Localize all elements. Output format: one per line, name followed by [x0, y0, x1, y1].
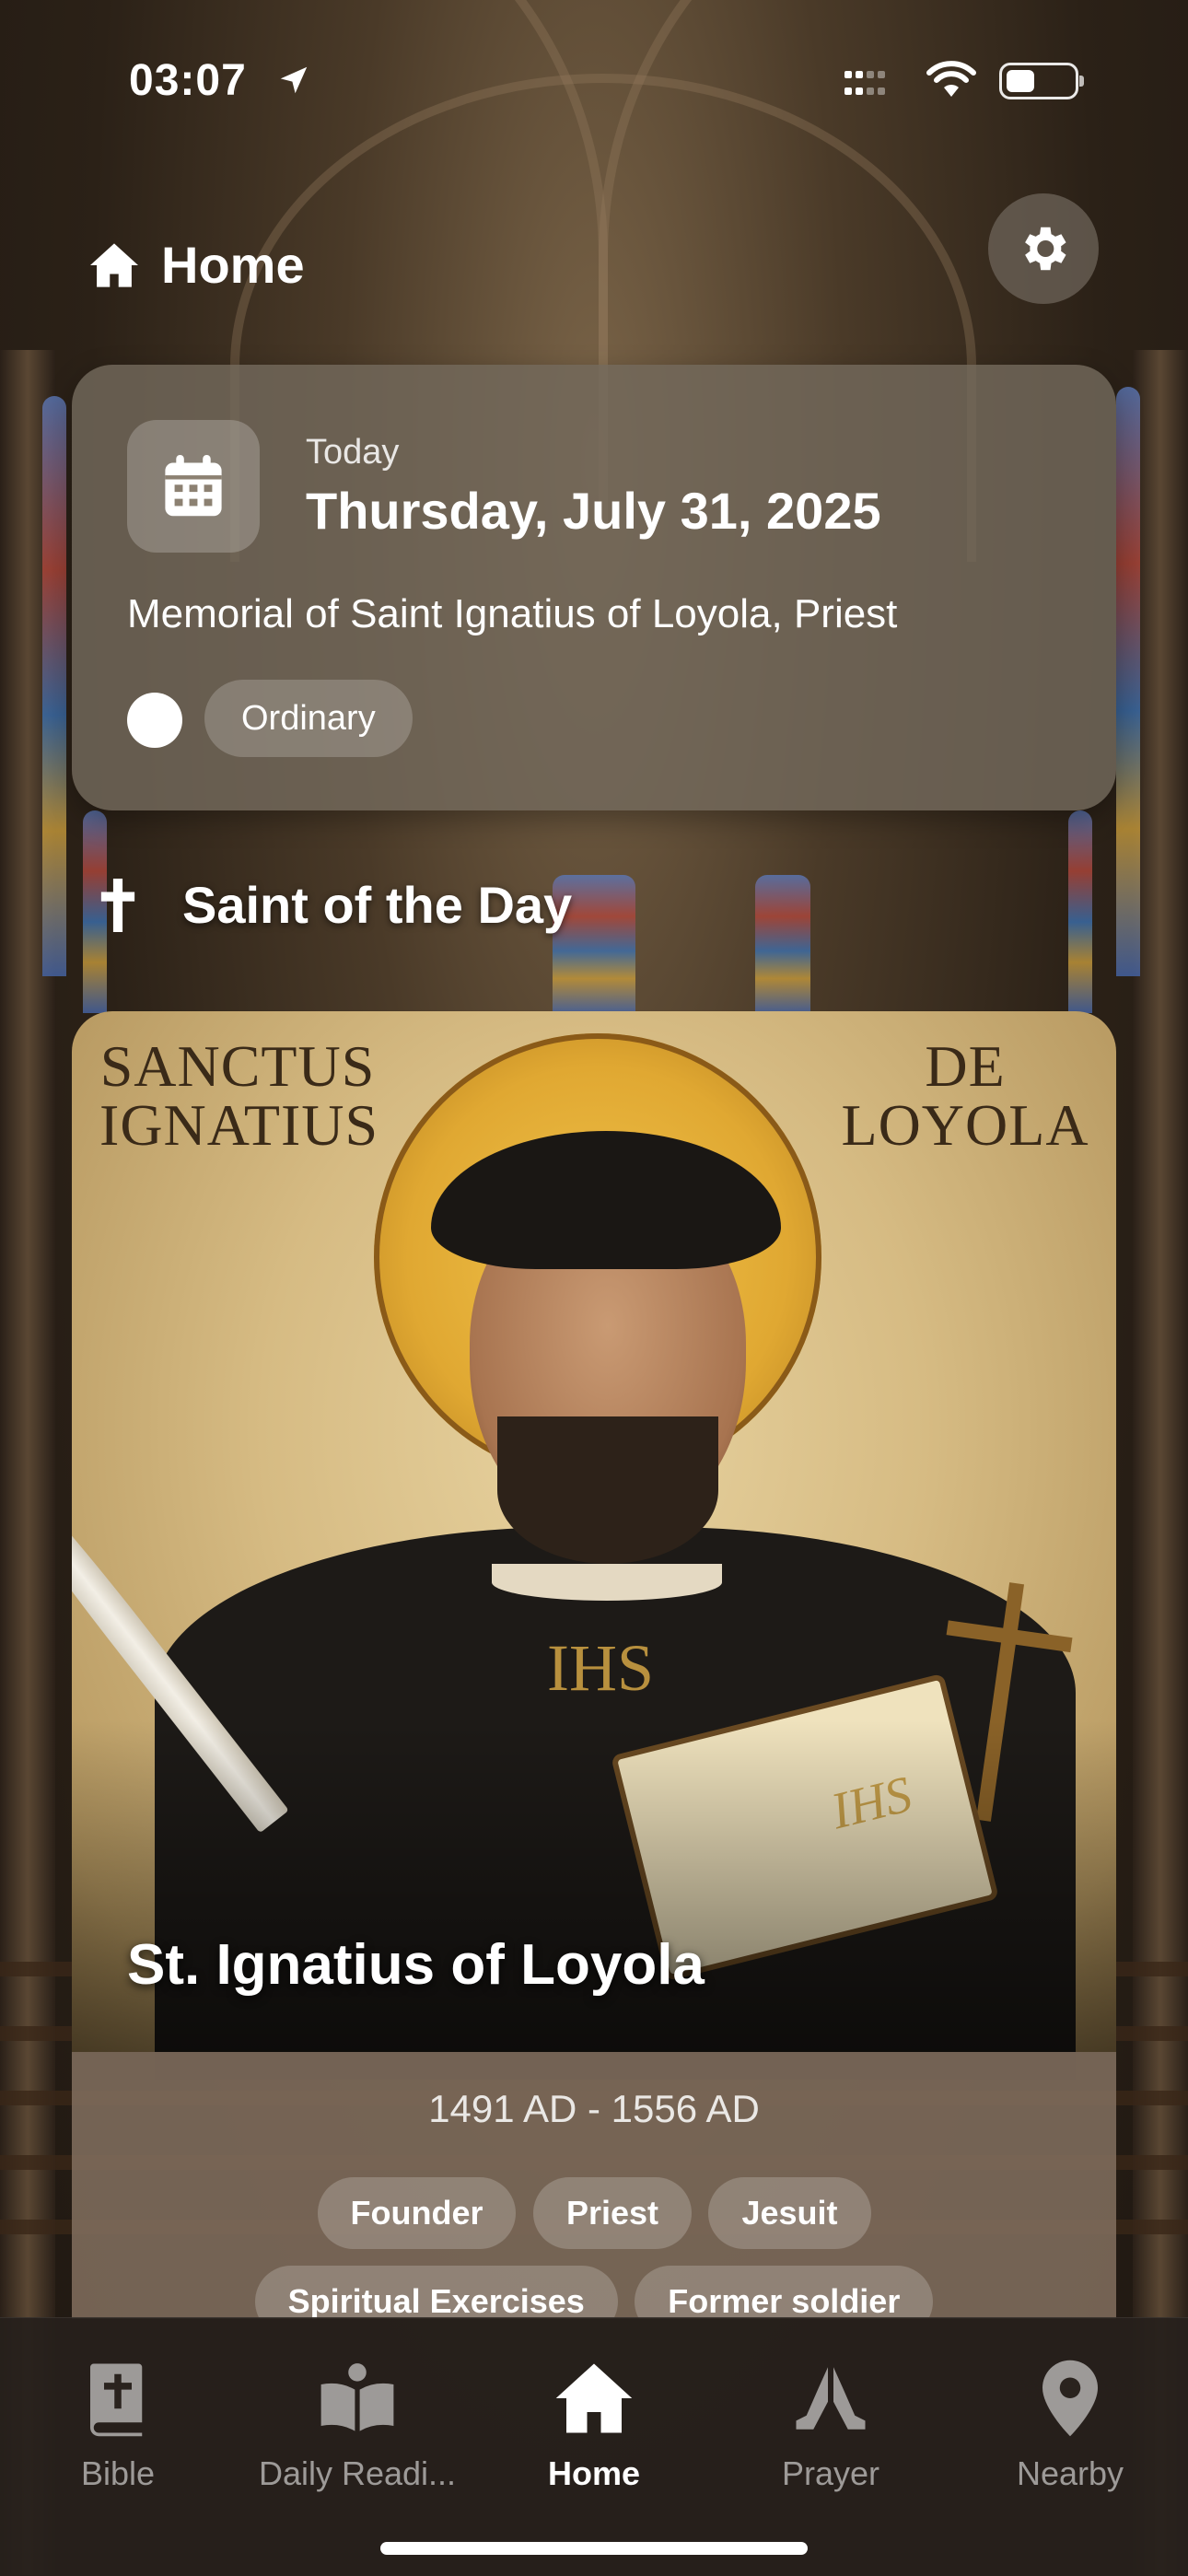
- saint-card[interactable]: SANCTUS IGNATIUS DE LOYOLA IHS IHS St. I…: [72, 1011, 1116, 2319]
- celebration-title: Memorial of Saint Ignatius of Loyola, Pr…: [127, 591, 898, 636]
- tab-label: Bible: [80, 2454, 156, 2492]
- liturgical-color-dot: [127, 693, 182, 748]
- saint-tags-row: Spiritual Exercises Former soldier: [72, 2266, 1116, 2319]
- tab-label: Nearby: [1016, 2454, 1124, 2492]
- battery-icon: [999, 63, 1084, 99]
- saint-info: 1491 AD - 1556 AD Founder Priest Jesuit …: [72, 2052, 1116, 2319]
- saint-years: 1491 AD - 1556 AD: [428, 2087, 760, 2130]
- saint-name: St. Ignatius of Loyola: [127, 1933, 705, 1997]
- map-pin-icon: [1042, 2360, 1098, 2437]
- saint-tag: Founder: [317, 2177, 517, 2249]
- tab-daily-readings[interactable]: Daily Readi...: [247, 2357, 468, 2493]
- saint-section-header: Saint of the Day: [99, 875, 572, 935]
- saint-section-title: Saint of the Day: [182, 876, 573, 934]
- calendar-icon: [165, 455, 222, 517]
- open-book-icon: [320, 2363, 394, 2431]
- saint-tag: Priest: [532, 2177, 692, 2249]
- home-icon: [555, 2363, 633, 2433]
- wifi-icon: [926, 61, 976, 97]
- tab-label: Home: [547, 2454, 641, 2492]
- cross-icon: [100, 878, 135, 932]
- tab-bible[interactable]: Bible: [7, 2357, 228, 2493]
- gear-icon: [1025, 227, 1066, 271]
- settings-button[interactable]: [988, 193, 1099, 304]
- saint-portrait: SANCTUS IGNATIUS DE LOYOLA IHS IHS St. I…: [72, 1011, 1116, 2080]
- saint-tag: Spiritual Exercises: [254, 2266, 618, 2319]
- portrait-inscription-right: DE LOYOLA: [841, 1033, 1089, 1158]
- status-bar: 03:07: [0, 55, 1188, 111]
- current-date: Thursday, July 31, 2025: [306, 482, 881, 540]
- home-indicator[interactable]: [380, 2542, 808, 2555]
- calendar-tile: [127, 420, 260, 553]
- tab-prayer[interactable]: Prayer: [720, 2357, 941, 2493]
- liturgical-date-card[interactable]: Today Thursday, July 31, 2025 Memorial o…: [72, 365, 1116, 810]
- tab-label: Daily Readi...: [258, 2454, 457, 2492]
- status-time: 03:07: [129, 56, 247, 105]
- saint-tags-row: Founder Priest Jesuit: [72, 2177, 1116, 2249]
- tab-label: Prayer: [781, 2454, 880, 2492]
- liturgical-season-chip: Ordinary: [204, 680, 413, 757]
- page-header: Home: [87, 235, 305, 295]
- saint-tag: Former soldier: [635, 2266, 934, 2319]
- today-label: Today: [306, 433, 400, 472]
- tab-nearby[interactable]: Nearby: [960, 2357, 1181, 2493]
- location-arrow-icon: [280, 66, 308, 94]
- page-title: Home: [161, 236, 305, 294]
- praying-hands-icon: [796, 2367, 866, 2430]
- bible-icon: [90, 2363, 143, 2437]
- home-icon: [90, 242, 138, 287]
- portrait-inscription-left: SANCTUS IGNATIUS: [99, 1033, 379, 1158]
- tab-bar: Bible Daily Readi... Home Prayer Nearby: [0, 2317, 1188, 2576]
- tab-home[interactable]: Home: [483, 2357, 705, 2493]
- saint-tag: Jesuit: [708, 2177, 871, 2249]
- cellular-signal-icon: [843, 68, 887, 101]
